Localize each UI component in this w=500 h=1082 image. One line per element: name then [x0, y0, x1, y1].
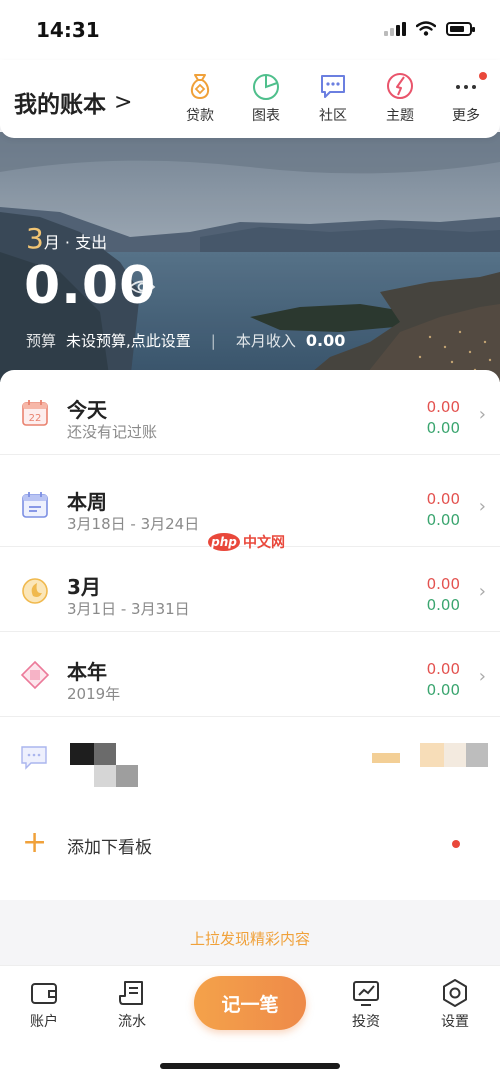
record-button[interactable]: 记一笔 — [194, 976, 306, 1030]
battery-icon — [446, 21, 475, 36]
nav-more-label: 更多 — [452, 108, 480, 124]
nav-loan[interactable]: 贷款 — [175, 70, 225, 125]
add-board-row[interactable]: + 添加下看板 — [0, 790, 500, 900]
site-watermark: php 中文网 — [208, 532, 285, 552]
calendar-day-number: 22 — [29, 413, 42, 424]
status-time: 14:31 — [36, 18, 100, 42]
period-income: 0.00 — [426, 681, 460, 699]
nav-chart-label: 图表 — [252, 108, 280, 124]
tab-flow-label: 流水 — [118, 1014, 146, 1030]
period-income: 0.00 — [426, 511, 460, 529]
chat-icon — [21, 746, 47, 770]
period-title: 3月 — [67, 575, 101, 599]
month-expense-label: 3月 · 支出 — [26, 222, 107, 255]
period-title: 本周 — [67, 490, 107, 514]
tab-invest[interactable]: 投资 — [336, 978, 396, 1031]
pixelated-block — [466, 743, 488, 767]
budget-label: 预算 — [26, 332, 57, 350]
pixelated-block — [94, 743, 116, 765]
nav-theme[interactable]: 主题 — [375, 70, 425, 125]
moon-month-icon — [22, 578, 48, 604]
nav-loan-label: 贷款 — [186, 108, 214, 124]
pull-up-hint: 上拉发现精彩内容 — [189, 930, 310, 948]
period-row-today[interactable]: 22 今天 还没有记过账 0.00 0.00 › — [0, 370, 500, 455]
chevron-right-icon: › — [478, 666, 486, 687]
list-flow-icon — [119, 981, 143, 1005]
budget-row[interactable]: 预算 未设预算,点此设置 | 本月收入 0.00 — [26, 330, 345, 351]
nav-theme-label: 主题 — [386, 108, 414, 124]
tab-accounts[interactable]: 账户 — [14, 978, 74, 1031]
budget-setup-link[interactable]: 未设预算,点此设置 — [66, 330, 191, 351]
period-expense: 0.00 — [426, 490, 460, 508]
watermark-logo: php — [208, 533, 240, 551]
month-income-label: 本月收入 — [235, 332, 296, 350]
divider: | — [210, 331, 216, 350]
settings-hexagon-icon — [443, 979, 467, 1007]
pixelated-block — [116, 765, 138, 787]
period-income: 0.00 — [426, 596, 460, 614]
header-bar: 我的账本 > 贷款 图表 社区 主题 更多 — [0, 60, 500, 138]
tab-accounts-label: 账户 — [30, 1014, 58, 1030]
chevron-right-icon: > — [114, 89, 133, 115]
tab-settings[interactable]: 设置 — [425, 978, 485, 1031]
month-suffix: 月 · 支出 — [43, 233, 108, 252]
month-number: 3 — [26, 222, 44, 255]
nav-community-label: 社区 — [319, 108, 347, 124]
status-icons — [384, 21, 475, 36]
chevron-right-icon: › — [478, 404, 486, 425]
diamond-year-icon — [20, 660, 50, 690]
tab-invest-label: 投资 — [352, 1014, 380, 1030]
period-list: 22 今天 还没有记过账 0.00 0.00 › 本周 3月18日 - 3月24… — [0, 370, 500, 790]
chevron-right-icon: › — [478, 581, 486, 602]
pixelated-block — [372, 753, 400, 763]
tab-flow[interactable]: 流水 — [102, 978, 162, 1031]
period-expense: 0.00 — [426, 398, 460, 416]
chevron-right-icon: › — [478, 496, 486, 517]
period-subtitle: 2019年 — [67, 685, 121, 703]
loan-bag-icon — [190, 74, 210, 100]
pie-chart-icon — [253, 74, 279, 100]
plus-icon: + — [22, 825, 48, 860]
wallet-icon — [31, 983, 57, 1004]
period-row-year[interactable]: 本年 2019年 0.00 0.00 › — [0, 632, 500, 717]
home-indicator — [160, 1063, 340, 1069]
theme-palette-icon — [387, 73, 413, 99]
pixelated-block — [444, 743, 466, 767]
pixelated-block — [70, 743, 94, 765]
notification-dot — [479, 72, 487, 80]
eye-icon[interactable] — [128, 278, 156, 296]
period-subtitle: 3月1日 - 3月31日 — [67, 600, 190, 618]
period-expense: 0.00 — [426, 660, 460, 678]
nav-community[interactable]: 社区 — [308, 70, 358, 125]
watermark-text: 中文网 — [243, 535, 285, 551]
cellular-signal-icon — [384, 21, 406, 36]
add-board-label: 添加下看板 — [67, 838, 152, 858]
pixelated-block — [94, 765, 116, 787]
period-row-month[interactable]: 3月 3月1日 - 3月31日 0.00 0.00 › — [0, 547, 500, 632]
book-title: 我的账本 — [14, 92, 106, 118]
notification-dot — [452, 840, 460, 848]
pixelated-block — [420, 743, 444, 767]
period-income: 0.00 — [426, 419, 460, 437]
calendar-week-icon — [22, 492, 48, 518]
more-dots-icon — [456, 85, 476, 89]
period-title: 今天 — [67, 398, 107, 422]
nav-chart[interactable]: 图表 — [241, 70, 291, 125]
period-subtitle: 还没有记过账 — [67, 423, 158, 441]
community-chat-icon — [321, 75, 345, 98]
month-income-value: 0.00 — [305, 331, 346, 350]
book-switcher[interactable]: 我的账本 > — [14, 85, 132, 119]
status-bar: 14:31 — [0, 0, 500, 60]
obscured-row[interactable] — [0, 717, 500, 790]
invest-chart-icon — [353, 981, 379, 1006]
wifi-icon — [416, 21, 436, 36]
tab-settings-label: 设置 — [441, 1014, 469, 1030]
calendar-day-icon: 22 — [22, 400, 48, 426]
period-title: 本年 — [67, 660, 107, 684]
period-expense: 0.00 — [426, 575, 460, 593]
period-subtitle: 3月18日 - 3月24日 — [67, 515, 200, 533]
